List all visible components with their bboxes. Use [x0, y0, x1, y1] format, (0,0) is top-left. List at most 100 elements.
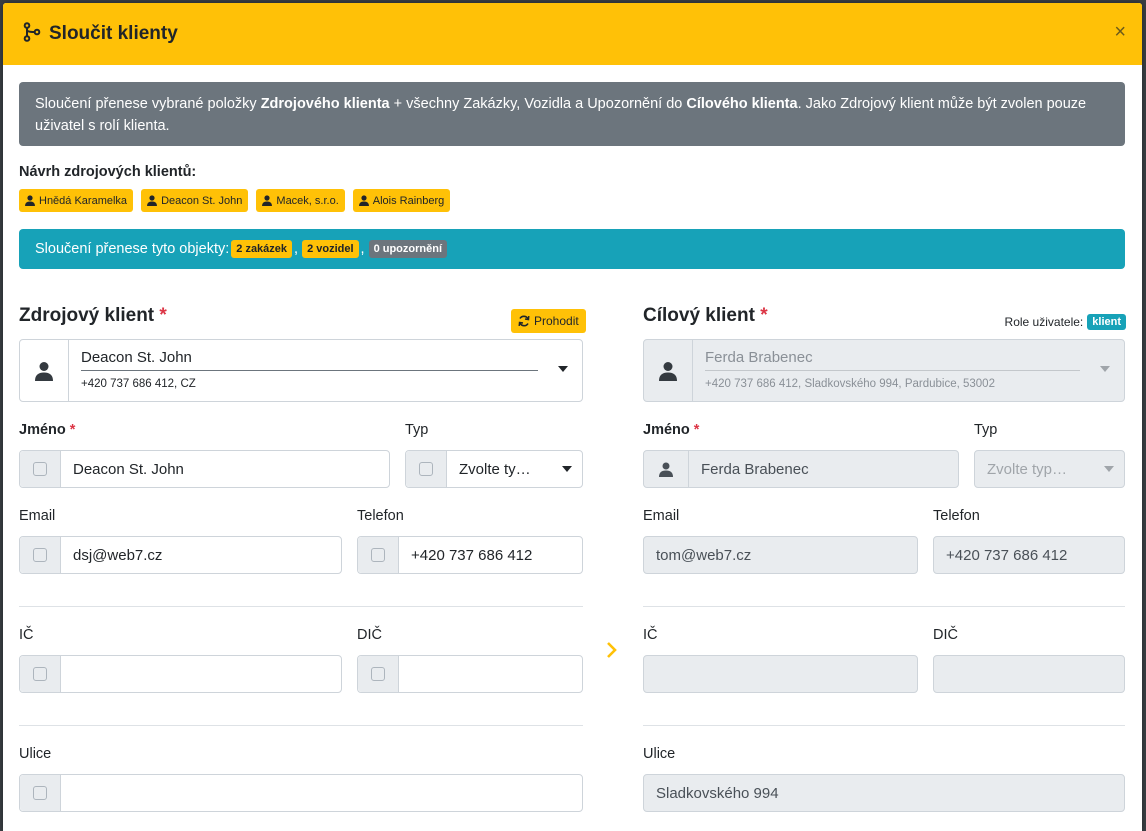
- source-type-label: Typ: [405, 422, 429, 438]
- source-email-checkbox-cell: [20, 537, 61, 573]
- source-type-field: Zvolte ty…: [405, 450, 583, 488]
- target-client-display: Ferda Brabenec +420 737 686 412, Sladkov…: [693, 340, 1124, 401]
- source-ic-input[interactable]: [61, 656, 341, 692]
- source-email-label: Email: [19, 508, 56, 524]
- chip-label: Deacon St. John: [161, 194, 243, 207]
- user-icon: [147, 195, 158, 206]
- target-phone-input[interactable]: +420 737 686 412: [933, 536, 1125, 574]
- source-ic-checkbox-cell: [20, 656, 61, 692]
- suggestion-chip[interactable]: Macek, s.r.o.: [256, 189, 345, 212]
- chip-label: Alois Rainberg: [372, 194, 445, 207]
- source-client-title: Zdrojový klient *: [19, 305, 167, 327]
- divider: [19, 725, 583, 726]
- source-email-input[interactable]: dsj@web7.cz: [61, 537, 341, 573]
- source-phone-label: Telefon: [357, 508, 404, 524]
- source-name-input[interactable]: Deacon St. John: [61, 451, 389, 487]
- target-ic-label: IČ: [643, 627, 658, 643]
- source-dic-input[interactable]: [399, 656, 582, 692]
- source-type-checkbox[interactable]: [419, 462, 433, 476]
- role-label-text: Role uživatele:: [1004, 315, 1084, 329]
- required-mark: *: [760, 305, 768, 326]
- source-phone-checkbox[interactable]: [371, 548, 385, 562]
- user-icon: [20, 340, 69, 401]
- objects-alert: Sloučení přenese tyto objekty: 2 zakázek…: [19, 229, 1125, 269]
- merge-info-alert: Sloučení přenese vybrané položky Zdrojov…: [19, 82, 1125, 146]
- merge-clients-modal: Sloučit klienty × Sloučení přenese vybra…: [3, 3, 1142, 831]
- suggestions-label: Návrh zdrojových klientů:: [19, 164, 197, 180]
- source-name-field: Deacon St. John: [19, 450, 390, 488]
- source-street-checkbox-cell: [20, 775, 61, 811]
- source-ic-label: IČ: [19, 627, 34, 643]
- source-street-checkbox[interactable]: [33, 786, 47, 800]
- objects-text: Sloučení přenese tyto objekty:: [35, 241, 230, 257]
- divider: [643, 725, 1125, 726]
- chevron-down-icon[interactable]: [552, 451, 582, 487]
- target-street-label: Ulice: [643, 746, 676, 762]
- info-text: Sloučení přenese vybrané položky: [35, 96, 261, 112]
- user-icon: [644, 451, 689, 487]
- suggestion-chip[interactable]: Hnědá Karamelka: [19, 189, 134, 212]
- source-dic-checkbox[interactable]: [371, 667, 385, 681]
- source-name-checkbox[interactable]: [33, 462, 47, 476]
- source-client-name: Deacon St. John: [81, 349, 538, 371]
- swap-button[interactable]: Prohodit: [511, 309, 586, 333]
- suggestion-chip[interactable]: Alois Rainberg: [352, 189, 451, 212]
- divider: [643, 606, 1125, 607]
- suggestion-chip[interactable]: Deacon St. John: [141, 189, 249, 212]
- required-mark: *: [69, 422, 76, 438]
- target-dic-input[interactable]: [933, 655, 1125, 693]
- source-email-checkbox[interactable]: [33, 548, 47, 562]
- chevron-down-icon[interactable]: [1100, 366, 1110, 372]
- source-client-display: Deacon St. John +420 737 686 412, CZ: [69, 340, 582, 401]
- separator: ,: [360, 241, 365, 257]
- warnings-badge: 0 upozornění: [368, 240, 448, 258]
- modal-body: Sloučení přenese vybrané položky Zdrojov…: [3, 3, 1142, 831]
- source-client-details: +420 737 686 412, CZ: [81, 378, 196, 390]
- separator: ,: [294, 241, 299, 257]
- target-type-select[interactable]: Zvolte typ…: [975, 451, 1094, 487]
- chip-label: Macek, s.r.o.: [276, 194, 339, 207]
- source-street-input[interactable]: [61, 775, 582, 811]
- target-name-field: Ferda Brabenec: [643, 450, 959, 488]
- source-phone-field: +420 737 686 412: [357, 536, 583, 574]
- source-dic-checkbox-cell: [358, 656, 399, 692]
- chevron-down-icon[interactable]: [1094, 451, 1124, 487]
- info-bold-target: Cílového klienta: [686, 96, 798, 112]
- suggestion-chips: Hnědá Karamelka Deacon St. John Macek, s…: [19, 189, 451, 212]
- source-ic-field: [19, 655, 342, 693]
- source-type-checkbox-cell: [406, 451, 447, 487]
- chip-label: Hnědá Karamelka: [39, 194, 128, 207]
- source-dic-label: DIČ: [357, 627, 382, 643]
- info-bold-source: Zdrojového klienta: [260, 96, 390, 112]
- source-ic-checkbox[interactable]: [33, 667, 47, 681]
- target-client-details: +420 737 686 412, Sladkovského 994, Pard…: [705, 378, 995, 390]
- target-name-input[interactable]: Ferda Brabenec: [689, 451, 958, 487]
- target-type-label: Typ: [974, 422, 998, 438]
- info-text: + všechny Zakázky, Vozidla a Upozornění …: [389, 96, 687, 112]
- target-dic-label: DIČ: [933, 627, 958, 643]
- label-text: Jméno: [19, 422, 66, 438]
- chevron-right-icon: [606, 641, 618, 664]
- source-phone-input[interactable]: +420 737 686 412: [399, 537, 582, 573]
- source-street-field: [19, 774, 583, 812]
- source-dic-field: [357, 655, 583, 693]
- role-badge: klient: [1087, 314, 1126, 330]
- target-email-input[interactable]: tom@web7.cz: [643, 536, 918, 574]
- target-phone-label: Telefon: [933, 508, 980, 524]
- source-client-select[interactable]: Deacon St. John +420 737 686 412, CZ: [19, 339, 583, 402]
- chevron-down-icon[interactable]: [558, 366, 568, 372]
- required-mark: *: [693, 422, 700, 438]
- target-street-input[interactable]: Sladkovského 994: [643, 774, 1125, 812]
- user-icon: [358, 195, 369, 206]
- divider: [19, 606, 583, 607]
- user-icon: [262, 195, 273, 206]
- role-label: Role uživatele: klient: [1005, 314, 1126, 330]
- target-ic-input[interactable]: [643, 655, 918, 693]
- source-name-label: Jméno *: [19, 422, 75, 438]
- source-type-select[interactable]: Zvolte ty…: [447, 451, 552, 487]
- swap-label: Prohodit: [534, 314, 579, 328]
- target-client-select[interactable]: Ferda Brabenec +420 737 686 412, Sladkov…: [643, 339, 1125, 402]
- target-client-name: Ferda Brabenec: [705, 349, 1080, 371]
- source-title-text: Zdrojový klient: [19, 305, 155, 326]
- label-text: Jméno: [643, 422, 690, 438]
